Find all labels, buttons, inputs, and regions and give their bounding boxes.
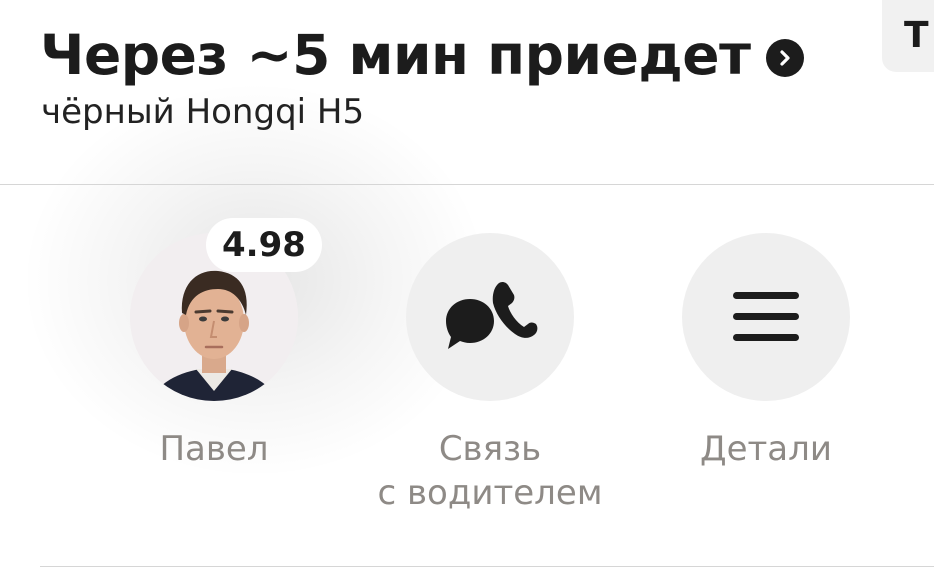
contact-driver-label-line1: Связь [438,429,542,469]
menu-icon [733,292,799,341]
car-description: чёрный Hongqi H5 [41,92,365,132]
arrival-title: Через ~5 мин приедет [40,23,751,87]
contact-driver-button[interactable] [406,233,574,401]
corner-tab[interactable]: Т [882,0,934,72]
chevron-right-icon[interactable] [766,39,805,77]
contact-driver-label-line2: с водителем [377,473,603,513]
divider [0,184,934,185]
details-label: Детали [700,429,832,469]
arrival-header[interactable]: Через ~5 мин приедет [40,22,805,88]
contact-driver-label: Связь с водителем [378,427,603,515]
ride-status-card: Через ~5 мин приедет чёрный Hongqi H5 Т [0,0,934,578]
divider [40,566,934,567]
details-action[interactable]: Детали [636,233,896,471]
driver-rating-badge: 4.98 [206,218,322,272]
driver-name: Павел [159,429,269,469]
details-button[interactable] [682,233,850,401]
contact-driver-action[interactable]: Связь с водителем [360,233,620,515]
driver-action[interactable]: 4.98 Павел [84,218,344,471]
chat-phone-icon [446,281,538,349]
